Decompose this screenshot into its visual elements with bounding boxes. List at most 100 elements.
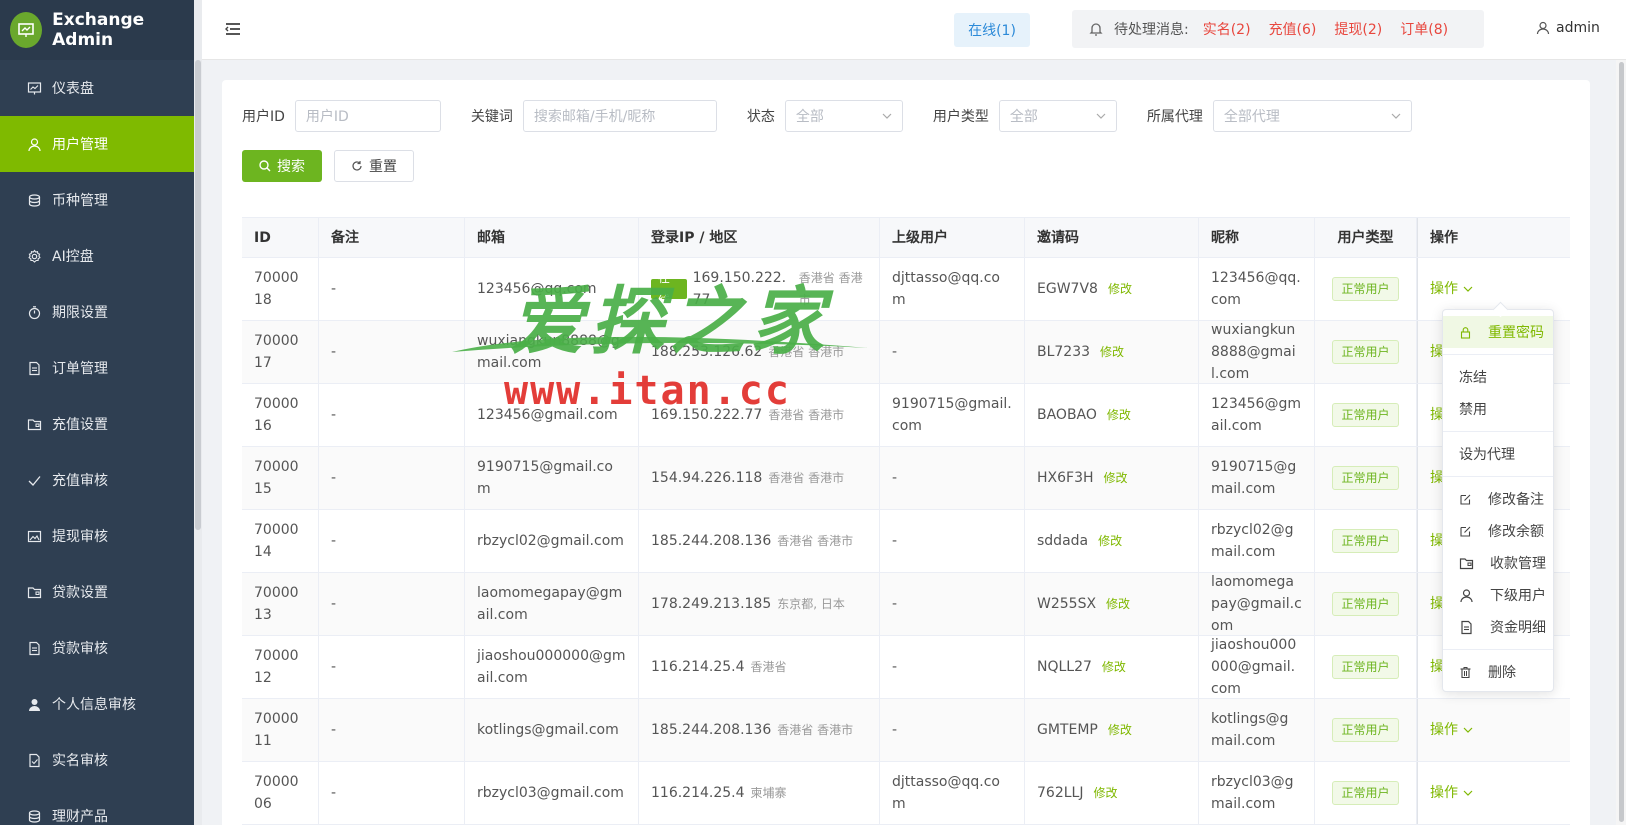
edit-invite-code-link[interactable]: 修改	[1108, 278, 1132, 300]
cell-note: -	[319, 258, 465, 320]
row-actions-button[interactable]: 操作	[1430, 782, 1473, 804]
sidebar-item-4[interactable]: 期限设置	[0, 284, 194, 340]
page-scroll-thumb[interactable]	[1619, 62, 1624, 822]
dropdown-item-7[interactable]: 下级用户	[1443, 579, 1553, 611]
sidebar-item-10[interactable]: 贷款审核	[0, 620, 194, 676]
reset-button[interactable]: 重置	[334, 150, 414, 182]
sidebar-item-13[interactable]: 理财产品	[0, 788, 194, 825]
edit-invite-code-link[interactable]: 修改	[1106, 593, 1130, 615]
cell-parent: -	[880, 321, 1025, 383]
dropdown-item-8[interactable]: 资金明细	[1443, 611, 1553, 643]
sidebar-scroll-thumb[interactable]	[195, 60, 201, 530]
invite-code: 762LLJ	[1037, 785, 1084, 801]
cell-ip: 178.249.213.185 东京都, 日本	[639, 573, 880, 635]
menu-toggle-icon[interactable]	[224, 20, 242, 38]
sidebar-item-12[interactable]: 实名审核	[0, 732, 194, 788]
cell-nickname: laomomegapay@gmail.com	[1199, 573, 1315, 635]
notice-order-link[interactable]: 订单(8)	[1400, 19, 1448, 39]
sidebar-item-8[interactable]: 提现审核	[0, 508, 194, 564]
dropdown-item-1[interactable]: 冻结	[1443, 361, 1553, 393]
edit-invite-code-link[interactable]: 修改	[1108, 719, 1132, 741]
cell-invite-code: BL7233 修改	[1025, 321, 1199, 383]
user-id-input[interactable]: 用户ID	[294, 100, 441, 132]
table-row[interactable]: 7000018-123456@qq.com 在线 169.150.222.77 香港省…	[242, 258, 1570, 321]
cell-ip: 154.94.226.118 香港省 香港市	[639, 447, 880, 509]
table-row[interactable]: 7000006- rbzycl03@gmail.com 116.214.25.4 柬埔…	[242, 762, 1570, 825]
dropdown-item-label: 设为代理	[1459, 447, 1515, 463]
user-type-tag: 正常用户	[1332, 655, 1399, 679]
row-actions-dropdown: 重置密码冻结 禁用设为代理修改备注修改余额收款管理 下级用户资金明细删除	[1442, 309, 1554, 692]
dropdown-item-9[interactable]: 删除	[1443, 656, 1553, 688]
edit-invite-code-link[interactable]: 修改	[1104, 467, 1128, 489]
user-filled-icon	[26, 696, 42, 712]
row-actions-button[interactable]: 操作	[1430, 719, 1473, 741]
dropdown-item-4[interactable]: 修改备注	[1443, 483, 1553, 515]
cell-id: 7000018	[242, 258, 319, 320]
user-icon	[1459, 588, 1482, 603]
sidebar-item-1[interactable]: 用户管理	[0, 116, 194, 172]
chevron-down-icon	[1391, 113, 1401, 119]
sidebar-item-5[interactable]: 订单管理	[0, 340, 194, 396]
edit-invite-code-link[interactable]: 修改	[1107, 404, 1131, 426]
ip-address: 116.214.25.4	[651, 659, 745, 675]
table-row[interactable]: 7000017- wuxiangkun8888@gmail.com 188.253.…	[242, 321, 1570, 384]
invite-code: HX6F3H	[1037, 470, 1094, 486]
status-select[interactable]: 全部	[784, 100, 903, 132]
user-menu[interactable]: admin	[1536, 20, 1600, 36]
cell-note: -	[319, 384, 465, 446]
search-button[interactable]: 搜索	[242, 150, 322, 182]
dropdown-item-label: 修改余额	[1488, 524, 1544, 540]
dropdown-item-6[interactable]: 收款管理	[1443, 547, 1553, 579]
table-row[interactable]: 7000014- rbzycl02@gmail.com 185.244.208.13…	[242, 510, 1570, 573]
chevron-down-icon	[1096, 113, 1106, 119]
dropdown-item-5[interactable]: 修改余额	[1443, 515, 1553, 547]
sidebar-item-11[interactable]: 个人信息审核	[0, 676, 194, 732]
sidebar-item-2[interactable]: 币种管理	[0, 172, 194, 228]
cell-nickname: 9190715@gmail.com	[1199, 447, 1315, 509]
sidebar-item-6[interactable]: 充值设置	[0, 396, 194, 452]
edit-invite-code-link[interactable]: 修改	[1102, 656, 1126, 678]
table-row[interactable]: 7000016-123456@gmail.com 169.150.222.77 香港…	[242, 384, 1570, 447]
cell-user-type: 正常用户	[1315, 510, 1417, 572]
sidebar-item-7[interactable]: 充值审核	[0, 452, 194, 508]
cell-parent: -	[880, 447, 1025, 509]
cell-note: -	[319, 321, 465, 383]
notice-realname-link[interactable]: 实名(2)	[1203, 19, 1251, 39]
table-row[interactable]: 7000013- laomomegapay@gmail.com 178.249.21…	[242, 573, 1570, 636]
cell-user-type: 正常用户	[1315, 447, 1417, 509]
notice-label: 待处理消息:	[1114, 22, 1189, 38]
dropdown-item-label: 资金明细	[1490, 620, 1546, 636]
sidebar-item-3[interactable]: AI控盘	[0, 228, 194, 284]
notice-deposit-link[interactable]: 充值(6)	[1269, 19, 1317, 39]
sidebar-item-0[interactable]: 仪表盘	[0, 60, 194, 116]
cell-id: 7000017	[242, 321, 319, 383]
invite-code: BAOBAO	[1037, 407, 1097, 423]
agent-select[interactable]: 全部代理	[1212, 100, 1412, 132]
notice-withdraw-link[interactable]: 提现(2)	[1334, 19, 1382, 39]
row-actions-button[interactable]: 操作	[1430, 278, 1473, 300]
edit-invite-code-link[interactable]: 修改	[1098, 530, 1122, 552]
table-row[interactable]: 7000011- kotlings@gmail.com 185.244.208.13…	[242, 699, 1570, 762]
keyword-input[interactable]: 搜索邮箱/手机/昵称	[522, 100, 717, 132]
sidebar-item-9[interactable]: 贷款设置	[0, 564, 194, 620]
sidebar-item-label: 贷款设置	[52, 585, 108, 601]
table-row[interactable]: 7000015 - 9190715@gmail.com 154.94.226.118 香…	[242, 447, 1570, 510]
cell-nickname: 123456@qq.com	[1199, 258, 1315, 320]
image-icon	[26, 528, 42, 544]
dropdown-item-3[interactable]: 设为代理	[1443, 438, 1553, 470]
online-count-badge[interactable]: 在线(1)	[954, 13, 1030, 47]
invite-code: BL7233	[1037, 344, 1091, 360]
row-actions-label: 操作	[1430, 785, 1458, 801]
dropdown-item-0[interactable]: 重置密码	[1443, 316, 1553, 348]
table-row[interactable]: 7000012- jiaoshou000000@gmail.com 116.214.…	[242, 636, 1570, 699]
ip-address: 178.249.213.185	[651, 596, 772, 612]
folder-icon	[26, 416, 42, 432]
user-type-select[interactable]: 全部	[998, 100, 1117, 132]
cell-nickname: wuxiangkun8888@gmail.com	[1199, 321, 1315, 383]
edit-invite-code-link[interactable]: 修改	[1100, 341, 1124, 363]
cell-id: 7000015	[242, 447, 319, 509]
sidebar-menu: 仪表盘 用户管理 币种管理 AI控盘 期限设置 订单管理 充值设置 充值审核 提现审核贷款设置贷…	[0, 60, 194, 825]
invite-code: EGW7V8	[1037, 281, 1098, 297]
edit-invite-code-link[interactable]: 修改	[1093, 782, 1117, 804]
dropdown-item-2[interactable]: 禁用	[1443, 393, 1553, 425]
